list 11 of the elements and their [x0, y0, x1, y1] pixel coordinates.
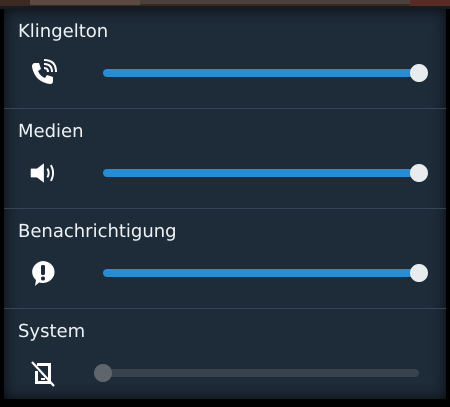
phone-off-icon [29, 359, 57, 387]
phone-ringing-icon [29, 59, 57, 87]
channel-title: Klingelton [18, 21, 110, 43]
slider-thumb[interactable] [94, 364, 112, 382]
alert-bubble-icon [29, 259, 57, 287]
channel-title: System [18, 321, 86, 343]
channel-title: Benachrichtigung [18, 221, 178, 243]
channel-title: Medien [18, 121, 85, 143]
slider-thumb[interactable] [410, 64, 428, 82]
slider-thumb[interactable] [410, 264, 428, 282]
slider-thumb[interactable] [410, 164, 428, 182]
